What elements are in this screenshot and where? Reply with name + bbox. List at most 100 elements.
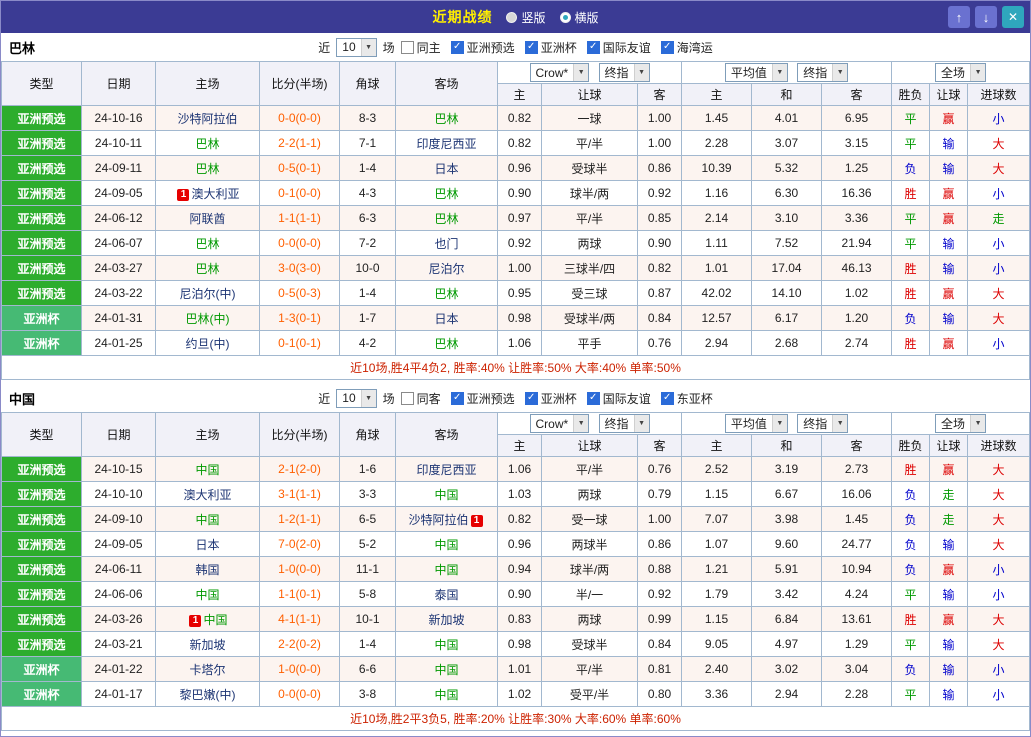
asian-odds-header: Crow* ▼ 终指 ▼ [496,61,683,84]
asian-home-odds-cell: 0.90 [497,180,542,206]
col-home: 主场 [155,412,260,457]
match-scope-select[interactable]: 全场 ▼ [935,63,987,82]
radio-vertical-layout[interactable]: 竖版 [506,9,546,26]
recent-count-select[interactable]: 10 ▼ [336,37,377,57]
home-team-cell: 巴林 [155,155,260,181]
euro-away-odds-cell: 1.20 [821,305,893,331]
euro-draw-odds-cell: 3.07 [751,130,823,156]
outcome-cell: 负 [891,556,931,582]
competition-checkbox[interactable]: ✓ 国际友谊 [586,390,651,407]
competition-checkbox[interactable]: ✓ 亚洲预选 [450,390,515,407]
summary-text: 近10场,胜4平4负2, 胜率:40% 让胜率:50% 大率:40% 单率:50… [0,355,1031,380]
up-button[interactable]: ↑ [948,6,970,28]
team-label: 巴林 [195,136,220,151]
competition-checkbox[interactable]: ✓ 国际友谊 [586,39,651,56]
team-label: 巴林(中) [185,311,230,326]
bookmaker-select[interactable]: Crow* ▼ [529,414,590,433]
chevron-down-icon: ▼ [970,415,986,432]
corner-cell: 6-3 [339,205,396,231]
select-value: 全场 [941,417,966,431]
team-label: 印度尼西亚 [416,136,477,151]
euro-odds-time-select[interactable]: 终指 ▼ [797,414,849,433]
competition-checkbox[interactable]: ✓ 亚洲杯 [524,39,577,56]
home-team-cell: 阿联酋 [155,205,260,231]
team-label: 中国 [195,587,220,602]
asian-handicap-cell: 三球半/四 [541,255,638,281]
match-date-cell: 24-06-07 [81,230,156,256]
euro-away-odds-cell: 13.61 [821,606,893,632]
competition-checkbox[interactable]: ✓ 亚洲预选 [450,39,515,56]
asian-home-odds-cell: 0.82 [497,506,542,532]
euro-home-odds-cell: 1.01 [681,255,753,281]
col-asian-away: 客 [636,434,683,457]
asian-away-odds-cell: 0.76 [636,456,683,482]
team-label: 中国 [434,687,459,702]
col-handicap-result: 让球 [929,434,969,457]
match-type-cell: 亚洲预选 [1,606,82,632]
asian-odds-time-select[interactable]: 终指 ▼ [598,414,650,433]
chevron-down-icon: ▼ [360,38,376,56]
euro-draw-odds-cell: 2.94 [751,681,823,707]
away-team-cell: 中国 [395,681,498,707]
corner-cell: 8-3 [339,105,396,131]
match-type-cell: 亚洲预选 [1,456,82,482]
euro-away-odds-cell: 3.04 [821,656,893,682]
handicap-result-cell: 走 [929,506,969,532]
handicap-result-cell: 输 [929,130,969,156]
checkbox-checked-icon: ✓ [586,391,600,405]
asian-odds-time-select[interactable]: 终指 ▼ [598,63,650,82]
match-date-cell: 24-09-10 [81,506,156,532]
corner-cell: 4-3 [339,180,396,206]
col-handicap-result: 让球 [929,83,969,106]
recent-count-select[interactable]: 10 ▼ [336,388,377,408]
euro-home-odds-cell: 1.79 [681,581,753,607]
col-asian-home: 主 [497,434,542,457]
radio-selected-icon [559,11,571,23]
average-select[interactable]: 平均值 ▼ [724,414,788,433]
competition-checkbox[interactable]: ✓ 海湾运 [660,39,713,56]
select-value: 终指 [604,66,629,80]
euro-away-odds-cell: 16.36 [821,180,893,206]
competition-checkbox[interactable]: ✓ 亚洲杯 [524,390,577,407]
goals-result-cell: 小 [967,681,1031,707]
handicap-result-cell: 赢 [929,556,969,582]
euro-away-odds-cell: 2.74 [821,330,893,356]
team-label: 约旦(中) [185,336,230,351]
same-venue-checkbox[interactable]: 同客 [400,390,441,407]
same-venue-checkbox[interactable]: 同主 [400,39,441,56]
home-team-cell: 巴林 [155,230,260,256]
match-scope-select[interactable]: 全场 ▼ [935,414,987,433]
outcome-cell: 胜 [891,280,931,306]
euro-odds-time-select[interactable]: 终指 ▼ [797,63,849,82]
team-label: 新加坡 [189,637,226,652]
asian-away-odds-cell: 0.80 [636,681,683,707]
euro-draw-odds-cell: 3.19 [751,456,823,482]
asian-home-odds-cell: 0.82 [497,105,542,131]
average-select[interactable]: 平均值 ▼ [724,63,788,82]
same-venue-label: 同客 [416,391,441,406]
results-table: 类型 日期 主场 比分(半场) 角球 客场 Crow* ▼ 终指 ▼ 平均值 ▼ 终指… [0,61,1031,380]
bookmaker-select[interactable]: Crow* ▼ [529,63,590,82]
outcome-cell: 负 [891,481,931,507]
competition-checkbox[interactable]: ✓ 东亚杯 [660,390,713,407]
match-type-cell: 亚洲预选 [1,255,82,281]
match-type-cell: 亚洲杯 [1,681,82,707]
radio-horizontal-layout[interactable]: 横版 [559,9,599,26]
close-button[interactable]: ✕ [1002,6,1024,28]
match-date-cell: 24-06-11 [81,556,156,582]
asian-handicap-cell: 平/半 [541,456,638,482]
home-team-cell: 中国 [155,506,260,532]
team-label: 阿联酋 [189,211,226,226]
match-row: 亚洲杯 24-01-25 约旦(中) 0-1(0-1) 4-2 巴林 1.06 平手 0.76 2… [1,330,1031,356]
down-button[interactable]: ↓ [975,6,997,28]
match-row: 亚洲杯 24-01-22 卡塔尔 1-0(0-0) 6-6 中国 1.01 平/半 0.81 2.… [1,656,1031,682]
outcome-cell: 平 [891,105,931,131]
match-date-cell: 24-03-27 [81,255,156,281]
score-cell: 0-0(0-0) [259,105,340,131]
euro-home-odds-cell: 1.11 [681,230,753,256]
outcome-cell: 负 [891,531,931,557]
asian-away-odds-cell: 1.00 [636,130,683,156]
euro-away-odds-cell: 2.73 [821,456,893,482]
match-row: 亚洲预选 24-03-22 尼泊尔(中) 0-5(0-3) 1-4 巴林 0.95 受三球 0.… [1,280,1031,306]
results-body: 亚洲预选 24-10-15 中国 2-1(2-0) 1-6 印度尼西亚 1.06 平/半 0.7… [1,456,1031,707]
